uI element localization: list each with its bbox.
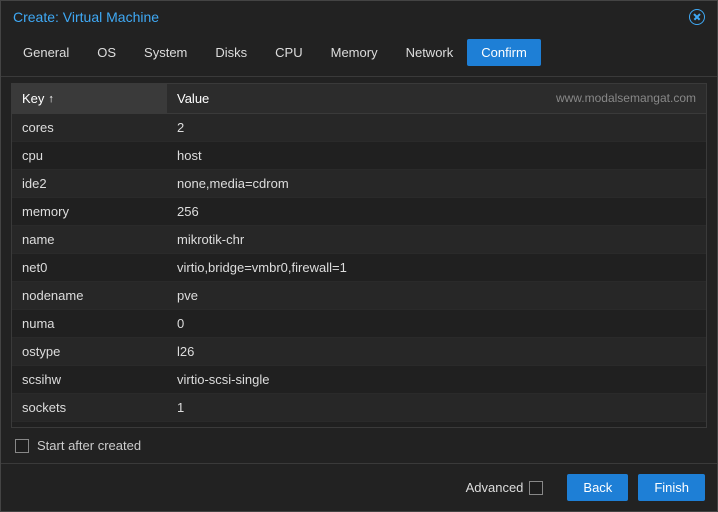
column-header-value-label: Value	[177, 91, 209, 106]
titlebar: Create: Virtual Machine	[1, 1, 717, 33]
cell-key: cpu	[12, 142, 167, 169]
close-icon[interactable]	[689, 9, 705, 25]
cell-key: name	[12, 226, 167, 253]
cell-value: virtio,bridge=vmbr0,firewall=1	[167, 254, 706, 281]
cell-value: virtio-scsi-single	[167, 366, 706, 393]
table-row[interactable]: net0virtio,bridge=vmbr0,firewall=1	[12, 254, 706, 282]
tab-system[interactable]: System	[130, 39, 201, 66]
create-vm-dialog: Create: Virtual Machine GeneralOSSystemD…	[0, 0, 718, 512]
advanced-label: Advanced	[466, 480, 524, 495]
cell-key: numa	[12, 310, 167, 337]
cell-value: 1	[167, 394, 706, 421]
cell-value: l26	[167, 338, 706, 365]
tab-general[interactable]: General	[9, 39, 83, 66]
table-row[interactable]: namemikrotik-chr	[12, 226, 706, 254]
cell-key: nodename	[12, 282, 167, 309]
cell-value: pve	[167, 282, 706, 309]
tab-disks[interactable]: Disks	[201, 39, 261, 66]
tab-memory[interactable]: Memory	[317, 39, 392, 66]
table-row[interactable]: memory256	[12, 198, 706, 226]
advanced-checkbox[interactable]	[529, 481, 543, 495]
cell-key: cores	[12, 114, 167, 141]
column-header-key[interactable]: Key ↑	[12, 84, 167, 113]
table-row[interactable]: sockets1	[12, 394, 706, 422]
table-row[interactable]: scsihwvirtio-scsi-single	[12, 366, 706, 394]
table-row[interactable]: numa0	[12, 310, 706, 338]
grid-header: Key ↑ Value www.modalsemangat.com	[12, 84, 706, 114]
table-row[interactable]: ostypel26	[12, 338, 706, 366]
advanced-option: Advanced	[466, 480, 552, 495]
cell-value: 100	[167, 422, 706, 427]
table-row[interactable]: cpuhost	[12, 142, 706, 170]
watermark-text: www.modalsemangat.com	[556, 91, 696, 105]
table-row[interactable]: ide2none,media=cdrom	[12, 170, 706, 198]
cell-key: memory	[12, 198, 167, 225]
cell-value: 2	[167, 114, 706, 141]
cell-key: vmid	[12, 422, 167, 427]
cell-value: none,media=cdrom	[167, 170, 706, 197]
back-button[interactable]: Back	[567, 474, 628, 501]
dialog-body: Key ↑ Value www.modalsemangat.com cores2…	[1, 77, 717, 463]
tab-cpu[interactable]: CPU	[261, 39, 316, 66]
sort-asc-icon: ↑	[48, 93, 54, 105]
cell-value: 256	[167, 198, 706, 225]
cell-value: host	[167, 142, 706, 169]
start-after-created-label: Start after created	[37, 438, 141, 453]
tab-os[interactable]: OS	[83, 39, 130, 66]
table-row[interactable]: cores2	[12, 114, 706, 142]
grid-rows: cores2cpuhostide2none,media=cdrommemory2…	[12, 114, 706, 427]
cell-key: scsihw	[12, 366, 167, 393]
cell-key: ide2	[12, 170, 167, 197]
cell-value: 0	[167, 310, 706, 337]
tab-network[interactable]: Network	[392, 39, 468, 66]
cell-value: mikrotik-chr	[167, 226, 706, 253]
finish-button[interactable]: Finish	[638, 474, 705, 501]
wizard-tabs: GeneralOSSystemDisksCPUMemoryNetworkConf…	[1, 33, 717, 77]
cell-key: sockets	[12, 394, 167, 421]
start-after-created-checkbox[interactable]	[15, 439, 29, 453]
table-row[interactable]: vmid100	[12, 422, 706, 427]
start-after-created-option: Start after created	[11, 428, 707, 457]
summary-grid: Key ↑ Value www.modalsemangat.com cores2…	[11, 83, 707, 428]
tab-confirm[interactable]: Confirm	[467, 39, 541, 66]
column-header-key-label: Key	[22, 91, 44, 106]
table-row[interactable]: nodenamepve	[12, 282, 706, 310]
cell-key: net0	[12, 254, 167, 281]
dialog-footer: Advanced Back Finish	[1, 463, 717, 511]
cell-key: ostype	[12, 338, 167, 365]
window-title: Create: Virtual Machine	[13, 9, 159, 25]
